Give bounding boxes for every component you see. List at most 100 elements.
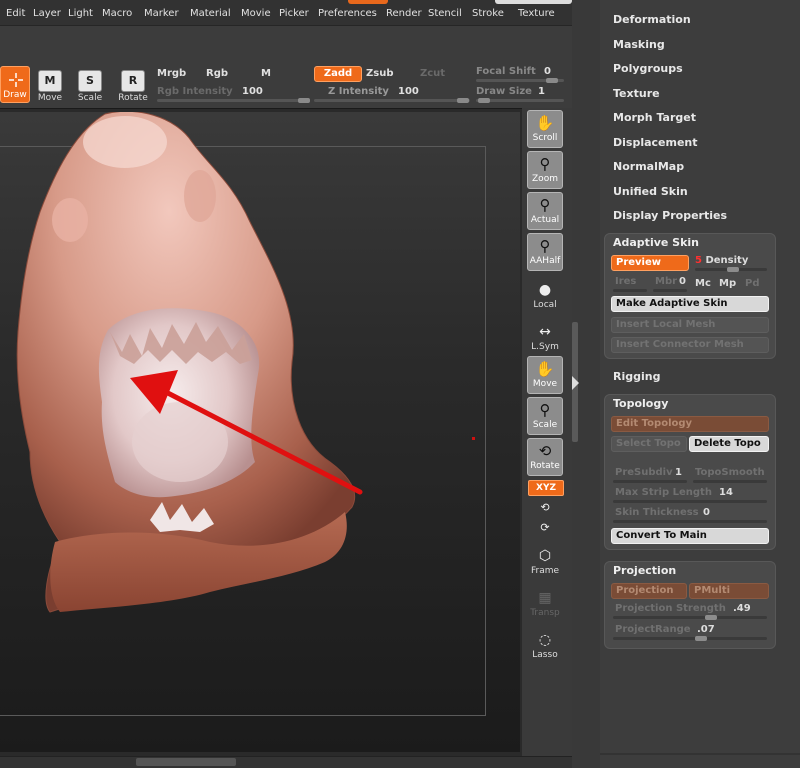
focal-shift-knob[interactable] xyxy=(546,78,558,83)
mp-button[interactable]: Mp xyxy=(719,278,736,289)
projection-strength-knob[interactable] xyxy=(705,615,717,620)
canvas-red-dot xyxy=(472,437,475,440)
presubdiv-slider[interactable] xyxy=(613,480,687,483)
tool-texture[interactable]: Texture xyxy=(613,87,660,100)
convert-to-main-button[interactable]: Convert To Main xyxy=(611,528,769,544)
menu-macro[interactable]: Macro xyxy=(102,8,132,19)
local-button[interactable]: ● Local xyxy=(527,280,563,310)
zsub-button[interactable]: Zsub xyxy=(366,68,393,79)
bottom-shelf-toggle[interactable] xyxy=(136,758,236,766)
lsym-label: L.Sym xyxy=(531,342,559,352)
pmulti-button[interactable]: PMulti xyxy=(689,583,769,599)
xyz-toggle[interactable]: XYZ xyxy=(528,480,564,496)
projection-panel: Projection Projection PMulti Projection … xyxy=(604,561,776,649)
draw-size-knob[interactable] xyxy=(478,98,490,103)
scale-mode-button[interactable]: S Scale xyxy=(76,70,104,103)
menu-marker[interactable]: Marker xyxy=(144,8,179,19)
insert-connector-mesh-button[interactable]: Insert Connector Mesh xyxy=(611,337,769,353)
rgb-intensity-slider[interactable] xyxy=(157,99,307,102)
menu-render[interactable]: Render xyxy=(386,8,422,19)
tool-unified-skin[interactable]: Unified Skin xyxy=(613,185,688,198)
menu-edit[interactable]: Edit xyxy=(6,8,25,19)
tool-deformation[interactable]: Deformation xyxy=(613,13,691,26)
projection-strength-slider[interactable] xyxy=(613,616,767,619)
right-tray: Deformation Masking Polygroups Texture M… xyxy=(600,0,800,768)
ires-slider[interactable]: Ires xyxy=(615,276,636,287)
max-strip-length-slider[interactable] xyxy=(613,500,767,503)
project-range-slider[interactable] xyxy=(613,637,767,640)
lsym-button[interactable]: ↔ L.Sym xyxy=(527,322,563,352)
z-intensity-slider[interactable] xyxy=(314,99,470,102)
tool-display-properties[interactable]: Display Properties xyxy=(613,209,727,222)
toposmooth-slider[interactable] xyxy=(693,480,767,483)
zadd-button[interactable]: Zadd xyxy=(314,66,362,82)
menu-layer[interactable]: Layer xyxy=(33,8,61,19)
menu-stroke[interactable]: Stroke xyxy=(472,8,504,19)
magnifier-icon: ⚲ xyxy=(539,155,551,173)
tool-rigging[interactable]: Rigging xyxy=(613,370,660,383)
frame-button[interactable]: ⬡ Frame xyxy=(527,546,563,576)
tray-splitter[interactable] xyxy=(572,0,600,768)
mrgb-button[interactable]: Mrgb xyxy=(157,68,186,79)
menu-light[interactable]: Light xyxy=(68,8,93,19)
max-strip-length-value: 14 xyxy=(719,487,733,498)
mbr-track[interactable] xyxy=(653,289,687,292)
menu-movie[interactable]: Movie xyxy=(241,8,271,19)
skin-thickness-slider[interactable] xyxy=(613,520,767,523)
m-button[interactable]: M xyxy=(261,68,271,79)
rgb-button[interactable]: Rgb xyxy=(206,68,228,79)
density-slider[interactable]: 5 Density xyxy=(695,255,748,266)
tool-displacement[interactable]: Displacement xyxy=(613,136,698,149)
tool-morph-target[interactable]: Morph Target xyxy=(613,111,696,124)
draw-button[interactable]: Draw xyxy=(0,66,30,103)
preview-button[interactable]: Preview xyxy=(611,255,689,271)
mc-button[interactable]: Mc xyxy=(695,278,711,289)
density-knob[interactable] xyxy=(727,267,739,272)
zoom-button[interactable]: ⚲ Zoom xyxy=(527,151,563,189)
menu-material[interactable]: Material xyxy=(190,8,231,19)
sculpt-model[interactable] xyxy=(0,112,520,752)
tool-polygroups[interactable]: Polygroups xyxy=(613,62,683,75)
project-range-knob[interactable] xyxy=(695,636,707,641)
rotate-z-button[interactable]: ⟳ xyxy=(527,518,563,538)
transp-button[interactable]: ▦ Transp xyxy=(527,588,563,618)
projection-toggle-button[interactable]: Projection xyxy=(611,583,687,599)
rotate-view-button[interactable]: ⟲ Rotate xyxy=(527,438,563,476)
projection-title[interactable]: Projection xyxy=(613,564,676,577)
tray-bottom-divider xyxy=(600,753,800,755)
ires-track[interactable] xyxy=(613,289,647,292)
transp-label: Transp xyxy=(530,608,560,618)
pd-button[interactable]: Pd xyxy=(745,278,760,289)
z-intensity-value: 100 xyxy=(398,86,419,97)
aahalf-button[interactable]: ⚲ AAHalf xyxy=(527,233,563,271)
move-mode-button[interactable]: M Move xyxy=(36,70,64,103)
rotate-mode-button[interactable]: R Rotate xyxy=(117,70,149,103)
make-adaptive-skin-button[interactable]: Make Adaptive Skin xyxy=(611,296,769,312)
head-highlight xyxy=(83,116,167,168)
topology-title[interactable]: Topology xyxy=(613,397,668,410)
scroll-button[interactable]: ✋ Scroll xyxy=(527,110,563,148)
actual-button[interactable]: ⚲ Actual xyxy=(527,192,563,230)
edit-topology-button[interactable]: Edit Topology xyxy=(611,416,769,432)
tool-normalmap[interactable]: NormalMap xyxy=(613,160,684,173)
delete-topo-button[interactable]: Delete Topo xyxy=(689,436,769,452)
insert-local-mesh-button[interactable]: Insert Local Mesh xyxy=(611,317,769,333)
scale-view-button[interactable]: ⚲ Scale xyxy=(527,397,563,435)
menu-picker[interactable]: Picker xyxy=(279,8,309,19)
zcut-button[interactable]: Zcut xyxy=(420,68,445,79)
collapse-arrow-icon[interactable] xyxy=(572,376,579,390)
toposmooth-label: TopoSmooth xyxy=(695,467,765,478)
rgb-intensity-knob[interactable] xyxy=(298,98,310,103)
local-sphere-icon: ● xyxy=(538,282,552,298)
select-topo-button[interactable]: Select Topo xyxy=(611,436,687,452)
adaptive-skin-title[interactable]: Adaptive Skin xyxy=(613,236,699,249)
menu-preferences[interactable]: Preferences xyxy=(318,8,377,19)
menu-stencil[interactable]: Stencil xyxy=(428,8,462,19)
document-canvas[interactable] xyxy=(0,112,520,752)
tool-masking[interactable]: Masking xyxy=(613,38,665,51)
rotate-y-button[interactable]: ⟲ xyxy=(527,498,563,518)
z-intensity-knob[interactable] xyxy=(457,98,469,103)
lasso-button[interactable]: ◌ Lasso xyxy=(527,630,563,660)
menu-texture[interactable]: Texture xyxy=(518,8,555,19)
move-view-button[interactable]: ✋ Move xyxy=(527,356,563,394)
